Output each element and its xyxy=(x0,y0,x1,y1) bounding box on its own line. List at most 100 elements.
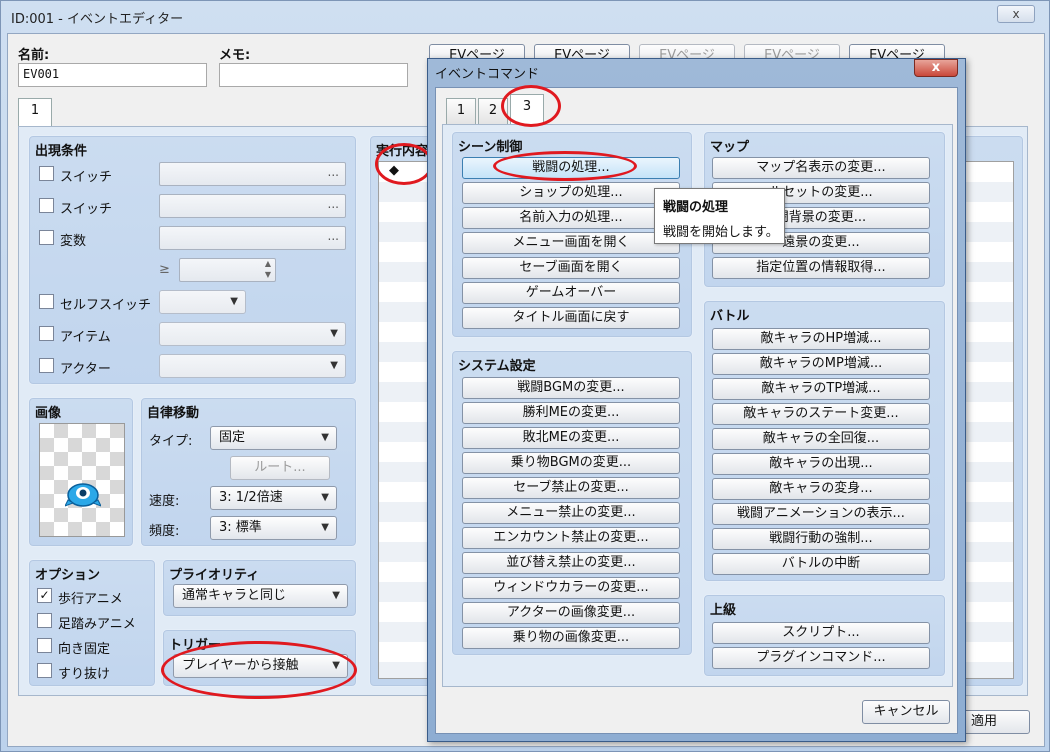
change-enemy-mp-button[interactable]: 敵キャラのMP増減... xyxy=(712,353,930,375)
command-label: 遠景の変更... xyxy=(782,235,860,250)
script-button[interactable]: スクリプト... xyxy=(712,622,930,644)
item-dropdown[interactable]: ▼ xyxy=(159,322,346,346)
self-switch-checkbox[interactable] xyxy=(39,294,54,309)
command-label: ショップの処理... xyxy=(519,185,623,200)
change-window-color-button[interactable]: ウィンドウカラーの変更... xyxy=(462,577,680,599)
walking-anim-checkbox[interactable]: ✓ xyxy=(37,588,52,603)
item-checkbox[interactable] xyxy=(39,326,54,341)
window-close-button[interactable]: x xyxy=(997,5,1035,23)
switch1-label: スイッチ xyxy=(60,170,113,185)
command-label: 乗り物の画像変更... xyxy=(512,630,630,645)
conditions-panel: 出現条件 スイッチ ... スイッチ ... 変数 ... ≥ ▲ ▼ セルフス… xyxy=(28,135,357,385)
change-save-access-button[interactable]: セーブ禁止の変更... xyxy=(462,477,680,499)
show-battle-animation-button[interactable]: 戦闘アニメーションの表示... xyxy=(712,503,930,525)
command-label: セーブ禁止の変更... xyxy=(513,480,629,495)
change-enemy-hp-button[interactable]: 敵キャラのHP増減... xyxy=(712,328,930,350)
ellipsis-icon[interactable]: ... xyxy=(328,165,339,179)
enemy-recover-all-button[interactable]: 敵キャラの全回復... xyxy=(712,428,930,450)
name-input-processing-button[interactable]: 名前入力の処理... xyxy=(462,207,680,229)
command-label: プラグインコマンド... xyxy=(756,650,886,665)
autonomous-title: 自律移動 xyxy=(147,406,200,421)
return-to-title-button[interactable]: タイトル画面に戻す xyxy=(462,307,680,329)
switch1-checkbox[interactable] xyxy=(39,166,54,181)
command-label: 敵キャラのTP増減... xyxy=(761,381,881,396)
cancel-button[interactable]: キャンセル xyxy=(862,700,950,724)
item-label: アイテム xyxy=(60,330,111,345)
command-row-marker: ◆ xyxy=(389,163,399,178)
spin-down-icon[interactable]: ▼ xyxy=(265,270,271,279)
change-map-name-display-button[interactable]: マップ名表示の変更... xyxy=(712,157,930,179)
enemy-appear-button[interactable]: 敵キャラの出現... xyxy=(712,453,930,475)
game-over-button[interactable]: ゲームオーバー xyxy=(462,282,680,304)
tab-page-1[interactable]: 1 xyxy=(18,98,52,128)
dialog-close-button[interactable]: x xyxy=(914,59,958,77)
plugin-command-button[interactable]: プラグインコマンド... xyxy=(712,647,930,669)
chevron-down-icon: ▼ xyxy=(332,590,340,601)
tab-label: 1 xyxy=(456,103,466,118)
ge-symbol: ≥ xyxy=(159,262,170,277)
name-label: 名前: xyxy=(18,48,50,63)
variable-value-spinner[interactable]: ▲ ▼ xyxy=(179,258,276,282)
ellipsis-icon[interactable]: ... xyxy=(328,197,339,211)
battle-title: バトル xyxy=(710,309,750,324)
force-action-button[interactable]: 戦闘行動の強制... xyxy=(712,528,930,550)
through-checkbox[interactable] xyxy=(37,663,52,678)
chevron-down-icon: ▼ xyxy=(321,522,329,533)
change-vehicle-bgm-button[interactable]: 乗り物BGMの変更... xyxy=(462,452,680,474)
trigger-panel: トリガー プレイヤーから接触 ▼ xyxy=(162,629,357,687)
stepping-anim-label: 足踏みアニメ xyxy=(58,617,136,632)
tab-3[interactable]: 3 xyxy=(510,94,544,124)
system-settings-title: システム設定 xyxy=(458,359,536,374)
command-label: 戦闘アニメーションの表示... xyxy=(737,506,905,521)
change-menu-access-button[interactable]: メニュー禁止の変更... xyxy=(462,502,680,524)
stepping-anim-checkbox[interactable] xyxy=(37,613,52,628)
spin-up-icon[interactable]: ▲ xyxy=(265,259,271,268)
route-button[interactable]: ルート... xyxy=(230,456,330,480)
change-formation-access-button[interactable]: 並び替え禁止の変更... xyxy=(462,552,680,574)
open-menu-button[interactable]: メニュー画面を開く xyxy=(462,232,680,254)
tab-1[interactable]: 1 xyxy=(446,98,476,124)
tab-2[interactable]: 2 xyxy=(478,98,508,124)
variable-checkbox[interactable] xyxy=(39,230,54,245)
change-defeat-me-button[interactable]: 敗北MEの変更... xyxy=(462,427,680,449)
command-label: スクリプト... xyxy=(782,625,860,640)
change-victory-me-button[interactable]: 勝利MEの変更... xyxy=(462,402,680,424)
abort-battle-button[interactable]: バトルの中断 xyxy=(712,553,930,575)
type-dropdown[interactable]: 固定 ▼ xyxy=(210,426,337,450)
frequency-dropdown[interactable]: 3: 標準 ▼ xyxy=(210,516,337,540)
close-icon: x xyxy=(931,60,941,75)
name-input[interactable]: EV001 xyxy=(18,63,207,87)
actor-dropdown[interactable]: ▼ xyxy=(159,354,346,378)
battle-processing-button[interactable]: 戦闘の処理... xyxy=(462,157,680,179)
get-location-info-button[interactable]: 指定位置の情報取得... xyxy=(712,257,930,279)
direction-fix-checkbox[interactable] xyxy=(37,638,52,653)
command-label: 敵キャラの変身... xyxy=(769,481,873,496)
trigger-title: トリガー xyxy=(169,638,222,653)
open-save-button[interactable]: セーブ画面を開く xyxy=(462,257,680,279)
change-actor-images-button[interactable]: アクターの画像変更... xyxy=(462,602,680,624)
ellipsis-icon[interactable]: ... xyxy=(328,229,339,243)
command-label: 闘背景の変更... xyxy=(775,210,867,225)
chevron-down-icon: ▼ xyxy=(321,492,329,503)
trigger-value: プレイヤーから接触 xyxy=(182,658,299,673)
change-battle-bgm-button[interactable]: 戦闘BGMの変更... xyxy=(462,377,680,399)
command-label: 敵キャラのステート変更... xyxy=(743,406,899,421)
change-vehicle-image-button[interactable]: 乗り物の画像変更... xyxy=(462,627,680,649)
actor-checkbox[interactable] xyxy=(39,358,54,373)
priority-dropdown[interactable]: 通常キャラと同じ ▼ xyxy=(173,584,348,608)
switch2-checkbox[interactable] xyxy=(39,198,54,213)
priority-panel: プライオリティ 通常キャラと同じ ▼ xyxy=(162,559,357,617)
command-label: アクターの画像変更... xyxy=(506,605,636,620)
trigger-dropdown[interactable]: プレイヤーから接触 ▼ xyxy=(173,654,348,678)
memo-input[interactable] xyxy=(219,63,408,87)
event-image-preview[interactable] xyxy=(39,423,125,537)
name-input-value: EV001 xyxy=(23,67,60,81)
self-switch-dropdown[interactable]: ▼ xyxy=(159,290,246,314)
change-enemy-state-button[interactable]: 敵キャラのステート変更... xyxy=(712,403,930,425)
speed-dropdown[interactable]: 3: 1/2倍速 ▼ xyxy=(210,486,337,510)
speed-label: 速度: xyxy=(149,494,180,509)
enemy-transform-button[interactable]: 敵キャラの変身... xyxy=(712,478,930,500)
change-enemy-tp-button[interactable]: 敵キャラのTP増減... xyxy=(712,378,930,400)
change-encounter-button[interactable]: エンカウント禁止の変更... xyxy=(462,527,680,549)
shop-processing-button[interactable]: ショップの処理... xyxy=(462,182,680,204)
